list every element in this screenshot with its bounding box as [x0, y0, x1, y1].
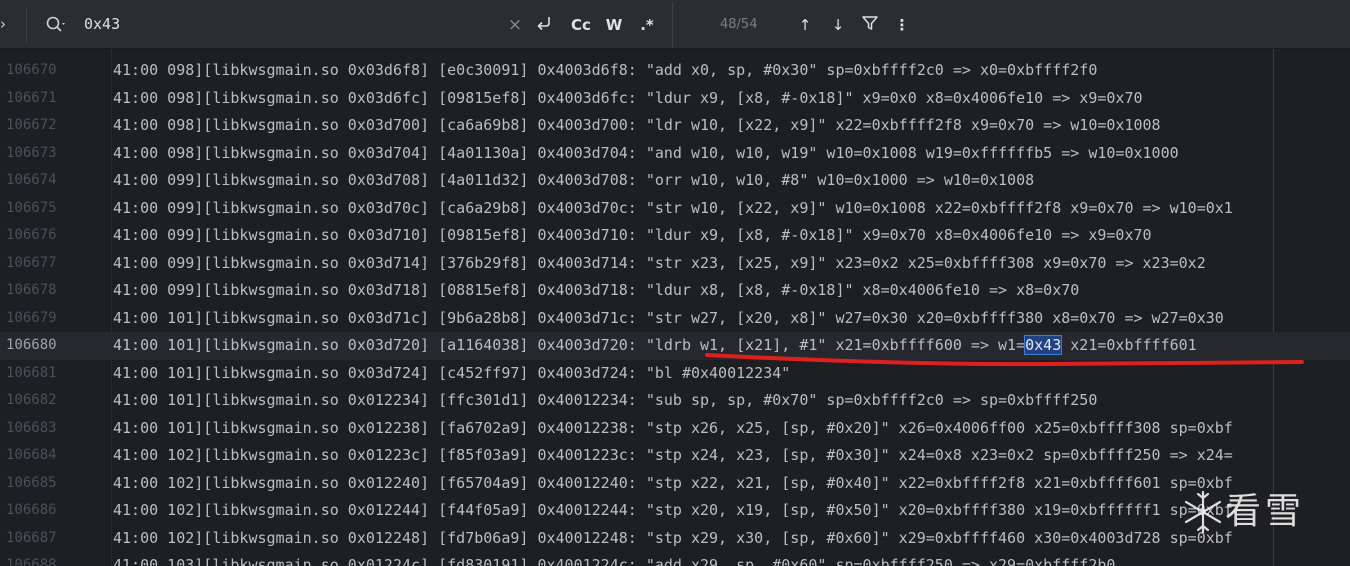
code-line[interactable]: 106674 41:00 099][libkwsgmain.so 0x03d708…	[0, 167, 1350, 195]
line-number: 106687	[6, 529, 57, 546]
expand-replace-toggle[interactable]: ›	[0, 10, 12, 38]
code-text: 41:00 101][libkwsgmain.so 0x03d724] [c45…	[113, 363, 791, 382]
line-number: 106672	[6, 117, 57, 133]
code-line[interactable]: 106679 41:00 101][libkwsgmain.so 0x03d71c…	[0, 305, 1350, 333]
code-line[interactable]: 106678 41:00 099][libkwsgmain.so 0x03d718…	[0, 277, 1350, 305]
line-number: 106673	[6, 144, 57, 161]
match-case-button[interactable]: Cc	[568, 12, 594, 38]
line-number: 106688	[6, 557, 57, 566]
code-text: 41:00 098][libkwsgmain.so 0x03d6f8] [e0c…	[113, 61, 1098, 79]
code-line[interactable]: 106676 41:00 099][libkwsgmain.so 0x03d710…	[0, 222, 1350, 250]
line-number: 106675	[6, 199, 57, 216]
code-text: 41:00 101][libkwsgmain.so 0x012238] [fa6…	[113, 418, 1233, 437]
code-line[interactable]: 106675 41:00 099][libkwsgmain.so 0x03d70c…	[0, 195, 1350, 223]
code-line[interactable]: 106688 41:00 103][libkwsgmain.so 0x01224c…	[0, 552, 1350, 566]
clear-search-button[interactable]: ×	[505, 12, 525, 38]
code-line[interactable]: 106670 41:00 098][libkwsgmain.so 0x03d6f8…	[0, 57, 1350, 85]
code-text: 41:00 098][libkwsgmain.so 0x03d704] [4a0…	[113, 143, 1179, 162]
line-number: 106682	[6, 392, 57, 408]
line-number: 106686	[6, 502, 57, 518]
divider	[672, 2, 673, 48]
words-button[interactable]: W	[602, 12, 626, 38]
code-text: 41:00 102][libkwsgmain.so 0x012248] [fd7…	[113, 528, 1233, 547]
line-number: 106671	[6, 89, 57, 106]
code-text: 41:00 099][libkwsgmain.so 0x03d714] [376…	[113, 253, 1206, 272]
code-line[interactable]: 106677 41:00 099][libkwsgmain.so 0x03d714…	[0, 250, 1350, 278]
code-text: 41:00 099][libkwsgmain.so 0x03d710] [098…	[113, 226, 1152, 244]
code-line[interactable]: 106687 41:00 102][libkwsgmain.so 0x012248…	[0, 525, 1350, 553]
line-number: 106678	[6, 282, 57, 298]
line-number: 106685	[6, 474, 57, 491]
line-number: 106679	[6, 309, 57, 326]
code-text: 41:00 101][libkwsgmain.so 0x03d71c] [9b6…	[113, 308, 1224, 327]
next-occurrence-button[interactable]: ↓	[827, 12, 849, 38]
filter-icon	[862, 16, 878, 30]
code-text: 41:00 101][libkwsgmain.so 0x012234] [ffc…	[113, 391, 1098, 409]
line-number: 106683	[6, 419, 57, 436]
code-text: 41:00 102][libkwsgmain.so 0x012244] [f44…	[113, 501, 1233, 519]
regex-button[interactable]: .*	[634, 12, 660, 38]
code-text: 41:00 098][libkwsgmain.so 0x03d6fc] [098…	[113, 88, 1143, 107]
line-number: 106676	[6, 227, 57, 243]
code-line[interactable]: 106682 41:00 101][libkwsgmain.so 0x012234…	[0, 387, 1350, 415]
code-text: 41:00 101][libkwsgmain.so 0x03d720] [a11…	[113, 332, 1197, 360]
code-text: 41:00 102][libkwsgmain.so 0x01223c] [f85…	[113, 446, 1233, 464]
previous-occurrence-button[interactable]: ↑	[794, 12, 816, 38]
code-line[interactable]: 106673 41:00 098][libkwsgmain.so 0x03d704…	[0, 140, 1350, 168]
code-line[interactable]: 106686 41:00 102][libkwsgmain.so 0x012244…	[0, 497, 1350, 525]
filter-button[interactable]	[859, 12, 881, 38]
line-number: 106681	[6, 364, 57, 381]
more-options-button[interactable]: ⋮	[893, 12, 911, 38]
code-line[interactable]: 106685 41:00 102][libkwsgmain.so 0x012240…	[0, 470, 1350, 498]
code-text: 41:00 099][libkwsgmain.so 0x03d70c] [ca6…	[113, 198, 1233, 217]
newline-icon	[537, 17, 550, 31]
new-line-button[interactable]	[532, 12, 556, 38]
code-text: 41:00 098][libkwsgmain.so 0x03d700] [ca6…	[113, 116, 1161, 134]
line-number: 106674	[6, 172, 57, 188]
line-number: 106680	[6, 337, 57, 353]
match-count: 48/54	[720, 17, 758, 32]
find-bar: › 0x43 × Cc W .* 48/54 ↑ ↓ ⋮	[0, 0, 1350, 49]
line-number: 106677	[6, 254, 57, 271]
code-text: 41:00 099][libkwsgmain.so 0x03d718] [088…	[113, 281, 1080, 299]
code-text: 41:00 099][libkwsgmain.so 0x03d708] [4a0…	[113, 171, 1035, 189]
line-number: 106684	[6, 447, 57, 463]
editor[interactable]: 106670 41:00 098][libkwsgmain.so 0x03d6f8…	[0, 49, 1350, 566]
search-input[interactable]: 0x43	[84, 11, 120, 37]
watermark: 看雪	[1183, 486, 1343, 542]
code-text: 41:00 102][libkwsgmain.so 0x012240] [f65…	[113, 473, 1233, 492]
search-match-highlight: 0x43	[1024, 335, 1063, 355]
code-line[interactable]: 106684 41:00 102][libkwsgmain.so 0x01223c…	[0, 442, 1350, 470]
code-line[interactable]: 106683 41:00 101][libkwsgmain.so 0x012238…	[0, 415, 1350, 443]
code-text-after-match: x21=0xbffff601	[1061, 336, 1197, 354]
search-history-icon[interactable]	[45, 14, 69, 36]
code-text-before-match: 41:00 101][libkwsgmain.so 0x03d720] [a11…	[113, 336, 1026, 354]
code-line-current[interactable]: 106680 41:00 101][libkwsgmain.so 0x03d720…	[0, 332, 1350, 360]
code-line[interactable]: 106671 41:00 098][libkwsgmain.so 0x03d6fc…	[0, 85, 1350, 113]
line-number: 106670	[6, 62, 57, 78]
snowflake-icon	[1184, 490, 1222, 534]
watermark-text: 看雪	[1225, 491, 1306, 532]
code-line[interactable]: 106672 41:00 098][libkwsgmain.so 0x03d700…	[0, 112, 1350, 140]
code-line[interactable]: 106681 41:00 101][libkwsgmain.so 0x03d724…	[0, 360, 1350, 388]
code-text: 41:00 103][libkwsgmain.so 0x01224c] [fd8…	[113, 556, 1116, 566]
divider	[26, 8, 27, 42]
